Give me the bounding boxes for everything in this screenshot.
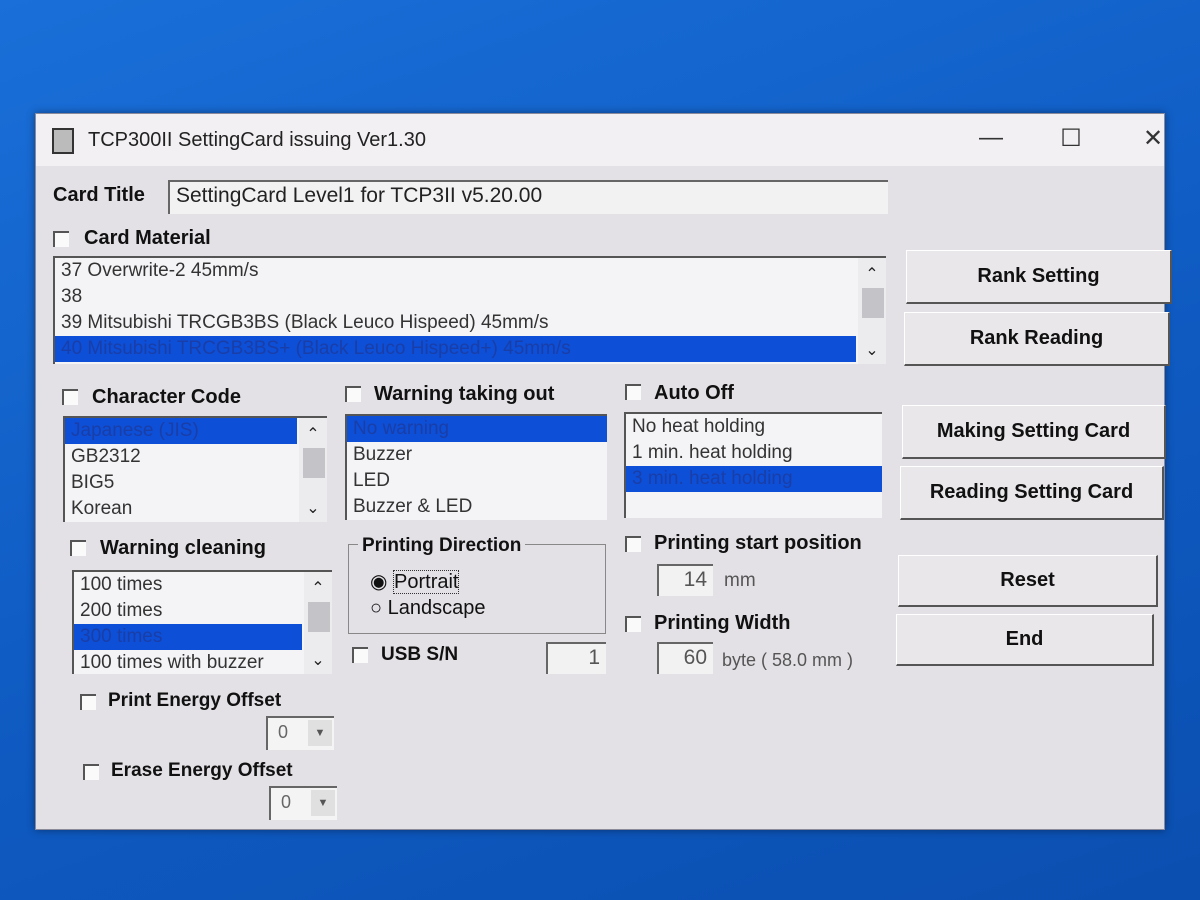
list-item[interactable]: 38 — [55, 284, 856, 310]
list-item[interactable]: 200 times — [74, 598, 302, 624]
auto-off-label: Auto Off — [654, 382, 734, 404]
printing-width-label: Printing Width — [654, 612, 791, 634]
print-energy-offset-checkbox[interactable] — [80, 694, 96, 710]
reading-setting-card-button[interactable]: Reading Setting Card — [900, 466, 1164, 520]
end-button[interactable]: End — [896, 614, 1154, 666]
erase-energy-offset-value: 0 — [281, 792, 292, 812]
list-item[interactable]: No heat holding — [626, 414, 882, 440]
close-button[interactable]: ✕ — [1133, 124, 1173, 153]
printing-width-unit: byte ( 58.0 mm ) — [722, 650, 854, 670]
minimize-button[interactable]: — — [971, 124, 1011, 152]
auto-off-list[interactable]: No heat holding 1 min. heat holding 3 min.… — [624, 412, 882, 518]
chevron-up-icon[interactable]: ⌃ — [299, 424, 327, 444]
rank-setting-button[interactable]: Rank Setting — [906, 250, 1172, 304]
chevron-down-icon: ▼ — [308, 720, 332, 746]
card-title-label: Card Title — [53, 184, 145, 206]
chevron-down-icon[interactable]: ⌄ — [858, 340, 886, 360]
maximize-button[interactable]: ☐ — [1051, 124, 1091, 153]
printing-start-position-checkbox[interactable] — [625, 536, 641, 552]
erase-energy-offset-select[interactable]: 0 ▼ — [269, 786, 337, 820]
erase-energy-offset-label: Erase Energy Offset — [111, 760, 293, 781]
settingcard-window: TCP300II SettingCard issuing Ver1.30 — ☐… — [35, 113, 1172, 830]
list-item[interactable]: LED — [347, 468, 607, 494]
chevron-up-icon[interactable]: ⌃ — [858, 264, 886, 284]
list-item[interactable]: Korean — [65, 496, 297, 522]
warning-taking-out-list[interactable]: No warning Buzzer LED Buzzer & LED — [345, 414, 607, 520]
card-material-list[interactable]: 37 Overwrite-2 45mm/s 38 39 Mitsubishi TRC… — [53, 256, 886, 364]
scroll-thumb[interactable] — [303, 448, 325, 478]
chevron-down-icon: ▼ — [311, 790, 335, 816]
usb-sn-label: USB S/N — [381, 644, 459, 665]
portrait-radio[interactable]: ◉ Portrait — [370, 569, 460, 594]
printing-width-checkbox[interactable] — [625, 616, 641, 632]
scroll-thumb[interactable] — [308, 602, 330, 632]
character-code-label: Character Code — [92, 386, 241, 408]
printing-width-input[interactable]: 60 — [657, 642, 713, 674]
printing-start-position-label: Printing start position — [654, 532, 862, 554]
list-item[interactable]: 40 Mitsubishi TRCGB3BS+ (Black Leuco His… — [55, 336, 856, 362]
list-item[interactable]: No warning — [347, 416, 607, 442]
list-item[interactable]: 100 times with buzzer — [74, 650, 302, 674]
list-item[interactable]: 39 Mitsubishi TRCGB3BS (Black Leuco Hisp… — [55, 310, 856, 336]
print-energy-offset-label: Print Energy Offset — [108, 690, 282, 711]
scrollbar[interactable]: ⌃ ⌄ — [858, 258, 886, 364]
auto-off-checkbox[interactable] — [625, 384, 641, 400]
list-item[interactable]: 1 min. heat holding — [626, 440, 882, 466]
portrait-label: Portrait — [393, 570, 460, 594]
printing-start-position-input[interactable]: 14 — [657, 564, 713, 596]
reset-button[interactable]: Reset — [898, 555, 1158, 607]
scrollbar[interactable]: ⌃ ⌄ — [304, 572, 332, 674]
title-bar: TCP300II SettingCard issuing Ver1.30 — ☐… — [36, 114, 1164, 166]
app-icon — [52, 128, 74, 154]
list-item[interactable]: GB2312 — [65, 444, 297, 470]
print-energy-offset-value: 0 — [278, 722, 289, 742]
rank-reading-button[interactable]: Rank Reading — [904, 312, 1170, 366]
card-material-checkbox[interactable] — [53, 231, 69, 247]
list-item[interactable]: Buzzer & LED — [347, 494, 607, 520]
print-energy-offset-select[interactable]: 0 ▼ — [266, 716, 334, 750]
warning-cleaning-label: Warning cleaning — [100, 537, 266, 559]
landscape-radio[interactable]: ○ Landscape — [370, 597, 486, 620]
list-item[interactable]: BIG5 — [65, 470, 297, 496]
erase-energy-offset-checkbox[interactable] — [83, 764, 99, 780]
warning-taking-out-checkbox[interactable] — [345, 386, 361, 402]
usb-sn-checkbox[interactable] — [352, 647, 368, 663]
window-title: TCP300II SettingCard issuing Ver1.30 — [88, 129, 426, 151]
landscape-label: Landscape — [387, 597, 486, 619]
list-item[interactable]: Japanese (JIS) — [65, 418, 297, 444]
list-item[interactable]: Buzzer — [347, 442, 607, 468]
chevron-down-icon[interactable]: ⌄ — [299, 498, 327, 518]
warning-cleaning-list[interactable]: 100 times 200 times 300 times 100 times wit… — [72, 570, 332, 674]
character-code-list[interactable]: Japanese (JIS) GB2312 BIG5 Korean ⌃ ⌄ — [63, 416, 327, 522]
list-item[interactable]: 37 Overwrite-2 45mm/s — [55, 258, 856, 284]
character-code-checkbox[interactable] — [62, 389, 78, 405]
making-setting-card-button[interactable]: Making Setting Card — [902, 405, 1166, 459]
scrollbar[interactable]: ⌃ ⌄ — [299, 418, 327, 522]
card-title-input[interactable]: SettingCard Level1 for TCP3II v5.20.00 — [168, 180, 888, 214]
list-item[interactable]: 300 times — [74, 624, 302, 650]
printing-direction-label: Printing Direction — [358, 535, 526, 557]
printing-start-position-unit: mm — [724, 570, 756, 591]
usb-sn-input[interactable]: 1 — [546, 642, 606, 674]
chevron-up-icon[interactable]: ⌃ — [304, 578, 332, 598]
warning-cleaning-checkbox[interactable] — [70, 540, 86, 556]
card-material-label: Card Material — [84, 227, 211, 249]
scroll-thumb[interactable] — [862, 288, 884, 318]
chevron-down-icon[interactable]: ⌄ — [304, 650, 332, 670]
list-item[interactable]: 3 min. heat holding — [626, 466, 882, 492]
list-item[interactable]: 100 times — [74, 572, 302, 598]
warning-taking-out-label: Warning taking out — [374, 383, 555, 405]
